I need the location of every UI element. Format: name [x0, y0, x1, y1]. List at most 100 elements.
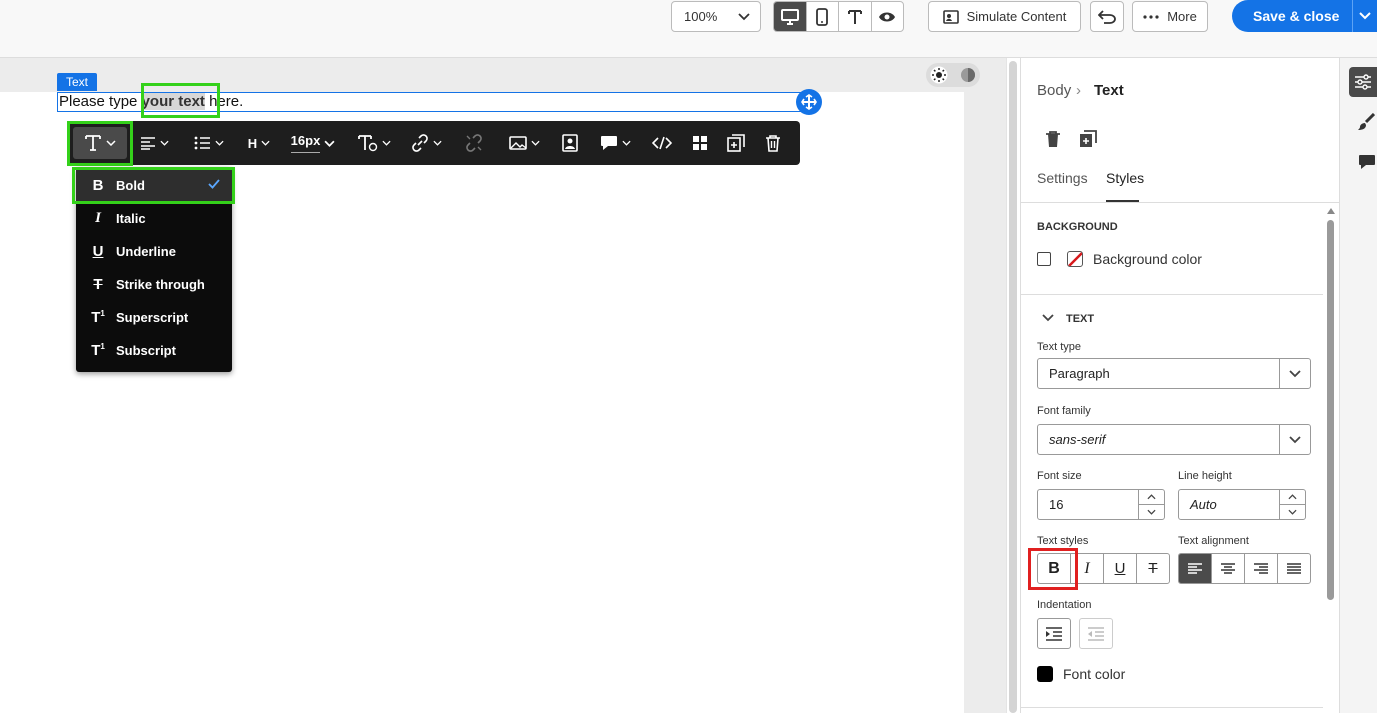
zoom-value: 100%	[684, 9, 718, 24]
heading-icon: H	[247, 135, 258, 151]
divider	[1021, 202, 1339, 203]
decrement-button[interactable]	[1280, 505, 1305, 519]
outdent-button[interactable]	[1079, 618, 1113, 649]
sliders-icon	[1355, 74, 1371, 90]
divider	[1021, 294, 1323, 295]
font-size-value: 16px	[290, 133, 321, 153]
delete-button[interactable]	[760, 121, 786, 165]
style-brush-rail-button[interactable]	[1357, 113, 1375, 131]
chevron-down-icon	[621, 140, 631, 146]
text-type-label: Text type	[1037, 341, 1082, 353]
font-size-select[interactable]: 16px	[285, 121, 341, 165]
theme-toggle[interactable]	[926, 63, 980, 87]
comment-icon	[1359, 155, 1375, 169]
list-icon	[194, 136, 210, 150]
font-family-select[interactable]: sans-serif	[1037, 424, 1311, 455]
undo-button[interactable]	[1090, 1, 1124, 32]
chevron-right-icon: ›	[1076, 82, 1081, 99]
background-color-label: Background color	[1093, 251, 1202, 267]
element-type-tag: Text	[57, 73, 97, 91]
scroll-up-icon[interactable]	[1326, 207, 1336, 215]
chevron-down-icon	[432, 140, 442, 146]
decrement-button[interactable]	[1139, 505, 1164, 519]
panel-scrollbar[interactable]	[1327, 220, 1334, 600]
menu-item-underline[interactable]: U Underline	[76, 235, 232, 268]
move-handle[interactable]	[796, 89, 822, 115]
background-heading: BACKGROUND	[1037, 221, 1118, 233]
duplicate-button[interactable]	[723, 121, 749, 165]
selection-highlight-frame	[141, 83, 220, 118]
zoom-select[interactable]: 100%	[671, 1, 761, 32]
line-height-value: Auto	[1190, 497, 1217, 512]
preview-button[interactable]	[872, 2, 904, 31]
line-height-label: Line height	[1178, 470, 1232, 482]
preview-icon	[879, 12, 896, 21]
underline-toggle[interactable]: U	[1104, 554, 1137, 583]
desktop-view-button[interactable]	[774, 2, 807, 31]
bold-toggle-highlight-frame	[1028, 548, 1078, 590]
font-size-stepper[interactable]: 16	[1037, 489, 1165, 520]
text-color-button[interactable]	[355, 121, 393, 165]
font-size-value: 16	[1049, 497, 1064, 512]
more-button[interactable]: More	[1132, 1, 1208, 32]
font-family-value: sans-serif	[1049, 432, 1106, 447]
undo-icon	[1098, 9, 1116, 24]
font-color-swatch[interactable]	[1037, 666, 1053, 682]
tab-styles[interactable]: Styles	[1106, 170, 1144, 186]
line-height-stepper[interactable]: Auto	[1178, 489, 1306, 520]
increment-button[interactable]	[1139, 490, 1164, 505]
background-color-checkbox[interactable]	[1037, 252, 1051, 266]
strikethrough-toggle[interactable]: T	[1137, 554, 1169, 583]
rich-text-toolbar: H 16px	[67, 121, 800, 165]
chevron-down-icon	[1359, 12, 1371, 20]
canvas-scrollbar[interactable]	[1009, 61, 1017, 713]
menu-item-subscript[interactable]: T1 Subscript	[76, 334, 232, 367]
comments-rail-button[interactable]	[1358, 154, 1376, 170]
no-color-swatch-icon[interactable]	[1067, 251, 1083, 267]
link-button[interactable]	[407, 121, 445, 165]
heading-button[interactable]: H	[245, 121, 273, 165]
align-left-icon	[1188, 562, 1202, 574]
align-button[interactable]	[135, 121, 173, 165]
menu-item-italic[interactable]: I Italic	[76, 202, 232, 235]
chevron-down-icon[interactable]	[1042, 314, 1054, 322]
chevron-down-icon	[1147, 509, 1156, 515]
component-button[interactable]	[687, 121, 713, 165]
image-button[interactable]	[505, 121, 543, 165]
personalize-button[interactable]	[557, 121, 583, 165]
unlink-button[interactable]	[459, 121, 489, 165]
align-center-button[interactable]	[1212, 554, 1245, 583]
text-icon	[847, 9, 862, 24]
italic-icon: I	[1084, 559, 1090, 577]
desktop-icon	[780, 8, 799, 25]
personalize-icon	[562, 134, 578, 152]
mobile-view-button[interactable]	[807, 2, 839, 31]
chevron-down-icon	[381, 140, 391, 146]
comment-button[interactable]	[597, 121, 633, 165]
increment-button[interactable]	[1280, 490, 1305, 505]
text-type-select[interactable]: Paragraph	[1037, 358, 1311, 389]
simulate-content-button[interactable]: Simulate Content	[928, 1, 1081, 32]
save-options-button[interactable]	[1352, 0, 1377, 32]
indent-button[interactable]	[1037, 618, 1071, 649]
duplicate-element-button[interactable]	[1079, 130, 1097, 148]
menu-item-strikethrough[interactable]: T Strike through	[76, 268, 232, 301]
text-alignment-group	[1178, 553, 1311, 584]
properties-rail-button[interactable]	[1349, 67, 1377, 97]
bold-highlight-frame	[72, 167, 235, 204]
tab-settings[interactable]: Settings	[1037, 170, 1088, 186]
menu-item-superscript[interactable]: T1 Superscript	[76, 301, 232, 334]
delete-element-button[interactable]	[1045, 130, 1061, 148]
divider	[1021, 707, 1323, 708]
indent-icon	[1046, 626, 1062, 641]
breadcrumb-parent[interactable]: Body	[1037, 82, 1071, 99]
text-section-heading[interactable]: TEXT	[1066, 313, 1094, 325]
list-button[interactable]	[189, 121, 229, 165]
text-view-button[interactable]	[839, 2, 872, 31]
link-icon	[411, 134, 428, 152]
align-left-button[interactable]	[1179, 554, 1212, 583]
trash-icon	[766, 135, 780, 152]
code-button[interactable]	[649, 121, 675, 165]
align-right-button[interactable]	[1245, 554, 1278, 583]
align-justify-button[interactable]	[1278, 554, 1310, 583]
